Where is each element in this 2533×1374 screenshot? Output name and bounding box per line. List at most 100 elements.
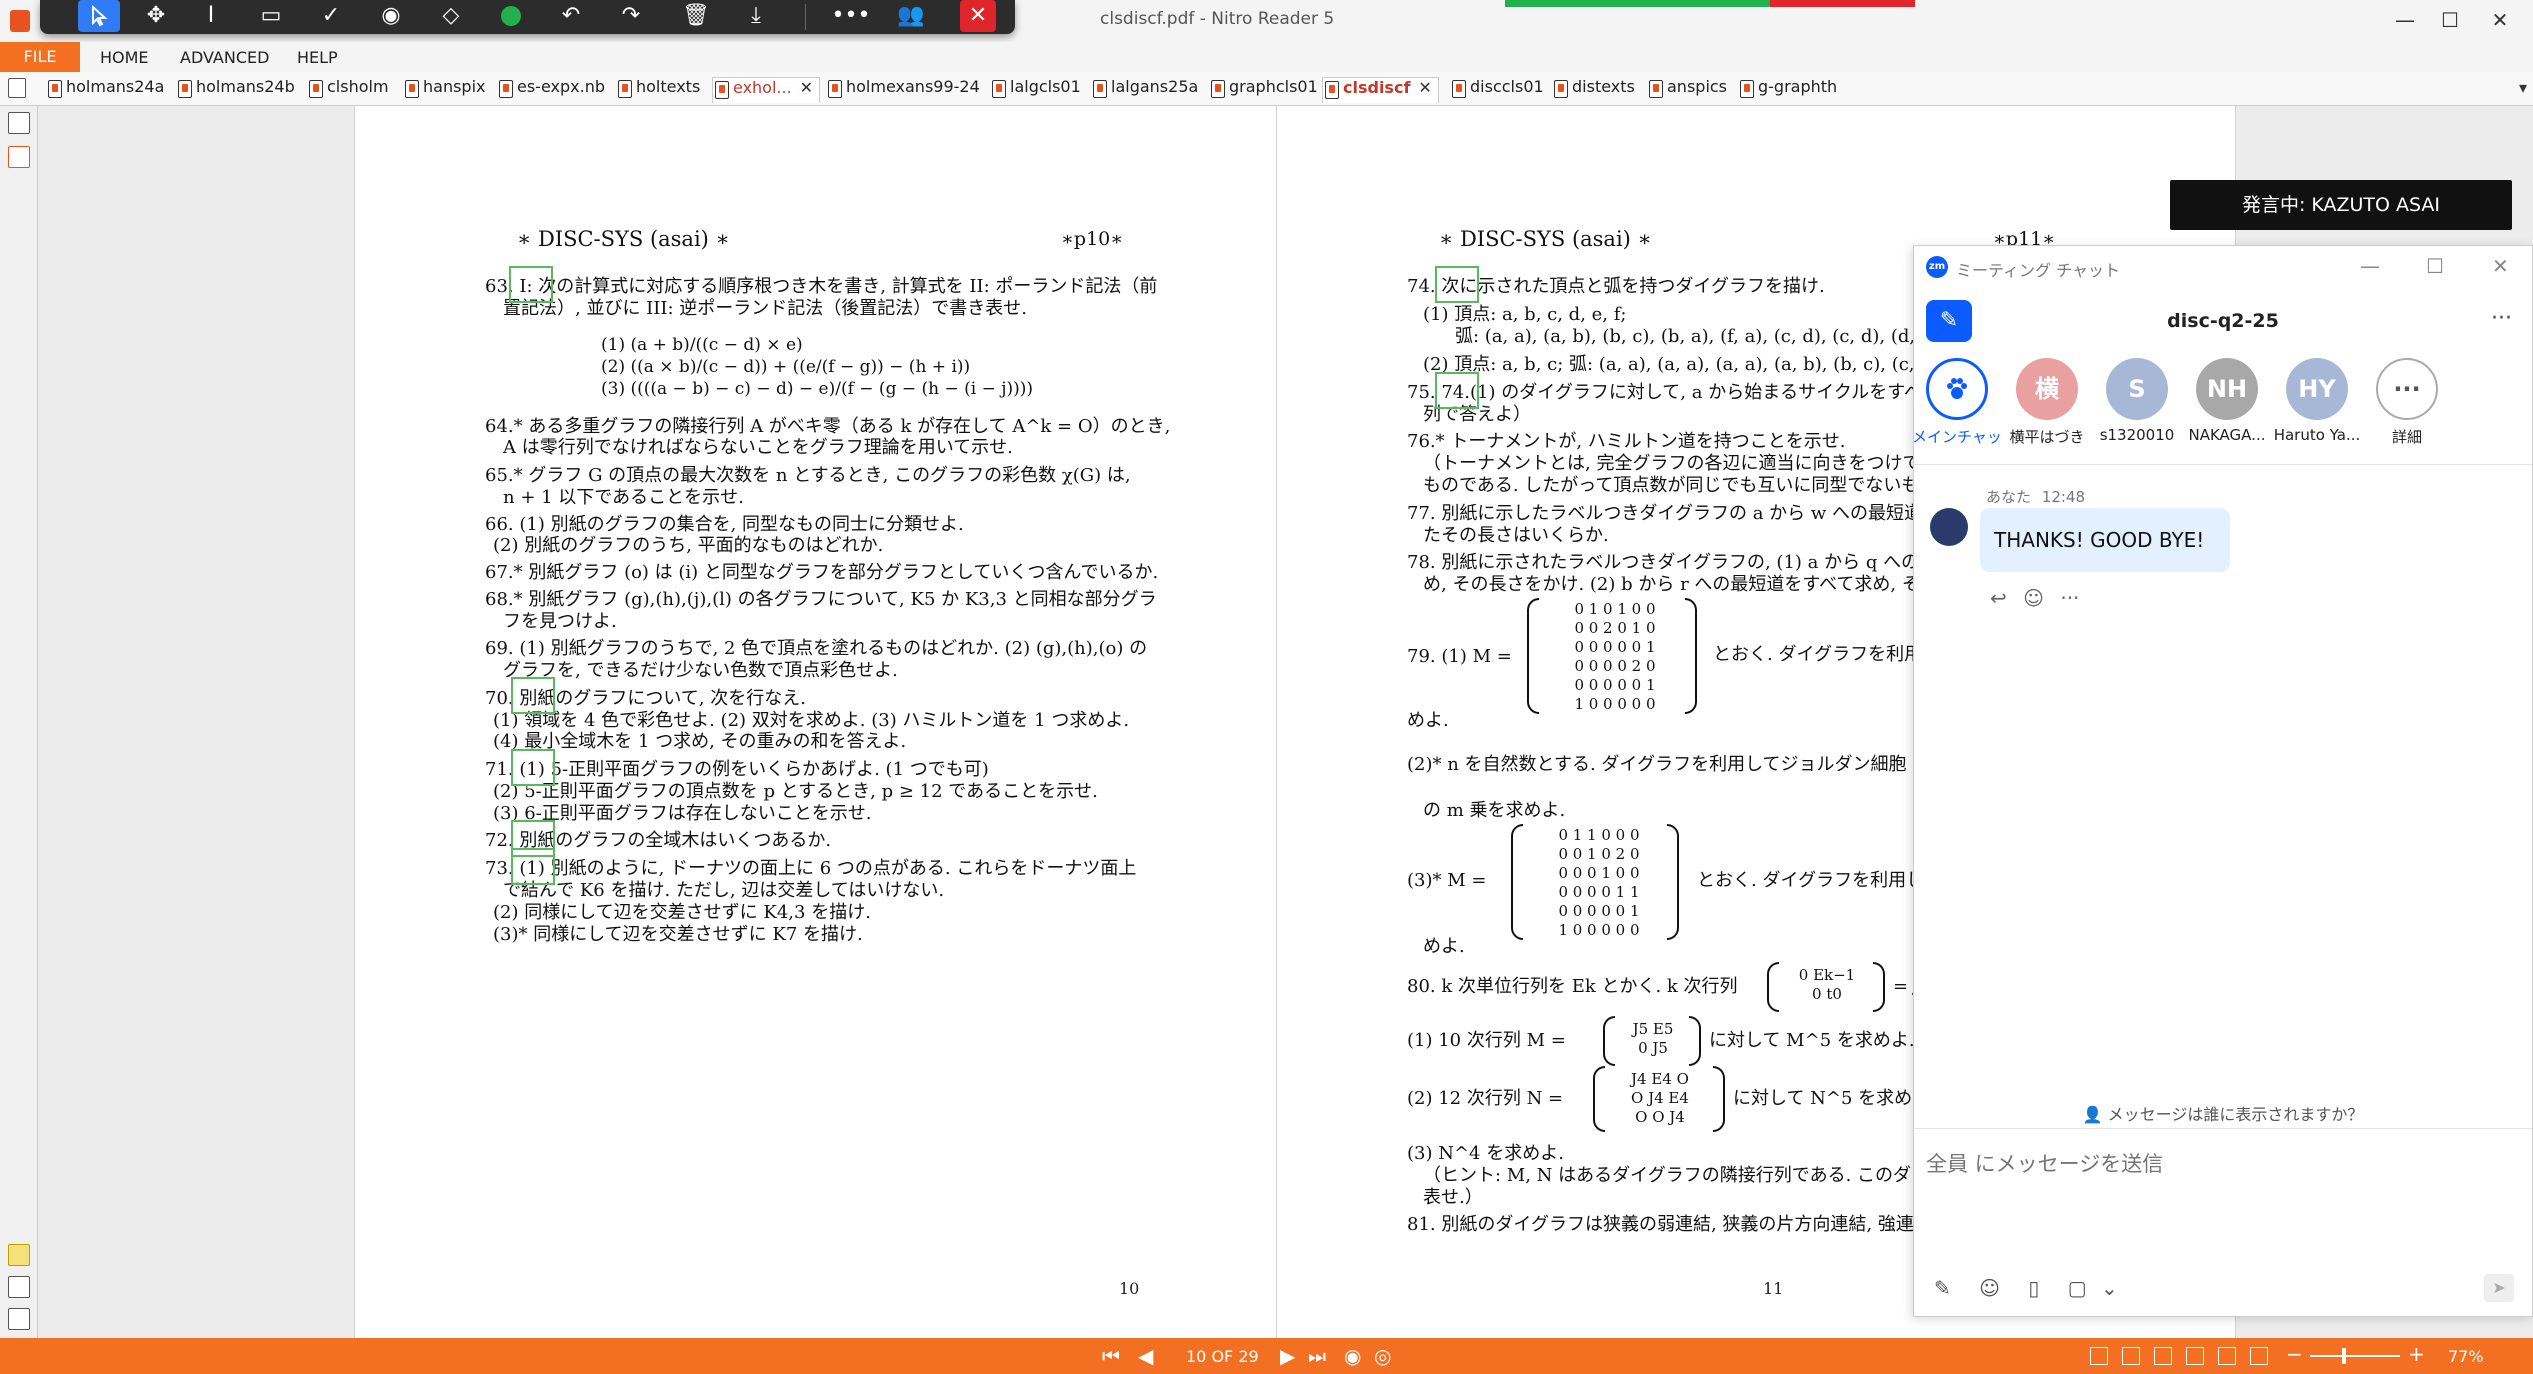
first-page-icon[interactable]: ⏮: [1102, 1344, 1120, 1368]
file-icon[interactable]: ▯: [2028, 1276, 2039, 1300]
message-more-icon[interactable]: ···: [2060, 586, 2079, 610]
menu-file[interactable]: FILE: [0, 42, 80, 72]
tab-anspics[interactable]: anspics: [1647, 77, 1727, 103]
last-page-icon[interactable]: ⏭: [1308, 1344, 1326, 1368]
tab-overflow-chevron-icon[interactable]: ▾: [2519, 78, 2527, 97]
rectangle-icon[interactable]: ▭: [250, 0, 292, 32]
highlight-box[interactable]: [1435, 266, 1479, 303]
tab-lalgcls01[interactable]: lalgcls01: [990, 77, 1081, 103]
tab-disccls01[interactable]: disccls01: [1450, 77, 1544, 103]
tab-holmexans99-24[interactable]: holmexans99-24: [826, 77, 980, 103]
zoom-in-button[interactable]: +: [2408, 1342, 2425, 1366]
text-cursor-icon[interactable]: I: [190, 0, 232, 32]
tab-close-icon[interactable]: ✕: [1418, 78, 1431, 97]
menu-home[interactable]: HOME: [100, 48, 149, 67]
tab-holtexts[interactable]: holtexts: [616, 77, 700, 103]
page-number: 11: [1763, 1279, 1784, 1298]
matrix-row: O O J4: [1635, 1108, 1685, 1126]
tab-clsholm[interactable]: clsholm: [307, 77, 389, 103]
checkmark-icon[interactable]: ✓: [310, 0, 352, 32]
page-number: 10: [1119, 1279, 1140, 1298]
tab-lalgans25a[interactable]: lalgans25a: [1091, 77, 1198, 103]
tab-exhol[interactable]: exhol... ✕: [712, 77, 821, 103]
emoji-icon[interactable]: ☺: [1979, 1276, 2000, 1300]
tab-label: hanspix: [423, 77, 486, 96]
more-options-icon[interactable]: •••: [830, 0, 872, 32]
comments-icon[interactable]: [8, 1244, 30, 1266]
recipient-member[interactable]: 横 横平はづき: [2002, 358, 2092, 447]
tab-es-expx[interactable]: es-expx.nb: [497, 77, 605, 103]
problem-line: の m 乗を求めよ.: [1423, 800, 1566, 821]
select-pointer-icon[interactable]: [78, 0, 120, 32]
highlight-box[interactable]: [1435, 372, 1479, 409]
facing-view-icon[interactable]: [2154, 1347, 2172, 1365]
undo-icon[interactable]: ↶: [550, 0, 592, 32]
recipient-member[interactable]: HY Haruto Ya...: [2272, 358, 2362, 444]
screenshot-icon[interactable]: ▢: [2068, 1276, 2087, 1300]
download-icon[interactable]: ⤓: [735, 0, 777, 32]
tab-holmans24a[interactable]: holmans24a: [46, 77, 164, 103]
highlight-box[interactable]: [511, 749, 555, 786]
chat-more-icon[interactable]: ···: [2491, 306, 2512, 331]
paw-group-icon: [1926, 358, 1988, 420]
tab-g-graphth[interactable]: g-graphth: [1738, 77, 1837, 103]
recipient-member[interactable]: S s1320010: [2092, 358, 2182, 444]
chevron-down-icon[interactable]: ⌄: [2101, 1276, 2118, 1300]
highlight-box[interactable]: [511, 848, 555, 885]
color-dot-icon[interactable]: [490, 0, 532, 32]
recipient-main-chat[interactable]: メインチャット: [1912, 358, 2002, 447]
facing-continuous-view-icon[interactable]: [2186, 1347, 2204, 1365]
emoji-react-icon[interactable]: ☺: [2023, 586, 2044, 610]
next-page-icon[interactable]: ▶: [1280, 1344, 1295, 1368]
zoom-level[interactable]: 77%: [2448, 1347, 2484, 1366]
zoom-slider[interactable]: [2310, 1355, 2400, 1357]
menu-help[interactable]: HELP: [297, 48, 338, 67]
tab-distexts[interactable]: distexts: [1552, 77, 1635, 103]
back-view-icon[interactable]: ◉: [1344, 1344, 1361, 1368]
send-icon[interactable]: ➤: [2484, 1274, 2514, 1302]
menu-advanced[interactable]: ADVANCED: [180, 48, 269, 67]
tab-clsdiscf[interactable]: clsdiscf ✕: [1322, 77, 1439, 103]
chat-close-button[interactable]: ✕: [2492, 254, 2509, 278]
reply-icon[interactable]: ↩: [1990, 586, 2007, 610]
highlight-box[interactable]: [511, 677, 555, 714]
zoom-out-button[interactable]: −: [2286, 1342, 2303, 1366]
chat-maximize-button[interactable]: ☐: [2426, 254, 2444, 278]
eraser-icon[interactable]: ◇: [430, 0, 472, 32]
tab-holmans24b[interactable]: holmans24b: [176, 77, 295, 103]
single-page-view-icon[interactable]: [2090, 1347, 2108, 1365]
format-text-icon[interactable]: ✎: [1934, 1276, 1951, 1300]
recipient-member[interactable]: NH NAKAGA...: [2182, 358, 2272, 444]
chat-minimize-button[interactable]: —: [2360, 254, 2380, 278]
zoom-slider-handle[interactable]: [2342, 1348, 2346, 1364]
chat-message-input[interactable]: [1926, 1146, 2516, 1182]
recipient-more[interactable]: ··· 詳細: [2362, 358, 2452, 447]
redo-icon[interactable]: ↷: [610, 0, 652, 32]
bookmark-icon[interactable]: [8, 146, 30, 168]
participants-icon[interactable]: 👥: [890, 0, 932, 32]
previous-page-icon[interactable]: ◀: [1138, 1344, 1153, 1368]
fit-width-icon[interactable]: [2218, 1347, 2236, 1365]
layers-icon[interactable]: [8, 1308, 30, 1330]
pdf-file-icon: [1554, 80, 1568, 98]
forward-view-icon[interactable]: ◎: [1374, 1344, 1391, 1368]
pdf-page-10: ∗ DISC-SYS (asai) ∗ ∗p10∗ 63. I: 次の計算式に対…: [354, 106, 1308, 1338]
stamp-icon[interactable]: ◉: [370, 0, 412, 32]
message-visibility-note[interactable]: 👤 メッセージは誰に表示されますか？: [1914, 1101, 2532, 1125]
tab-close-icon[interactable]: ✕: [800, 78, 813, 97]
toolbar-close-button[interactable]: ✕: [960, 0, 996, 32]
continuous-view-icon[interactable]: [2122, 1347, 2140, 1365]
close-button[interactable]: ✕: [2470, 4, 2530, 36]
trash-icon[interactable]: 🗑: [675, 0, 717, 32]
fit-page-icon[interactable]: [2250, 1347, 2268, 1365]
pdf-file-icon: [715, 81, 729, 99]
tab-hanspix[interactable]: hanspix: [403, 77, 486, 103]
highlight-box[interactable]: [509, 266, 553, 303]
attachments-icon[interactable]: [8, 1276, 30, 1298]
pages-thumbnail-icon[interactable]: [8, 112, 30, 134]
message-bubble[interactable]: THANKS! GOOD BYE!: [1980, 508, 2230, 572]
page-indicator[interactable]: 10 OF 29: [1186, 1347, 1259, 1366]
pages-panel-icon[interactable]: [8, 78, 26, 98]
tab-graphcls01[interactable]: graphcls01: [1209, 77, 1318, 103]
move-icon[interactable]: ✥: [135, 0, 177, 32]
